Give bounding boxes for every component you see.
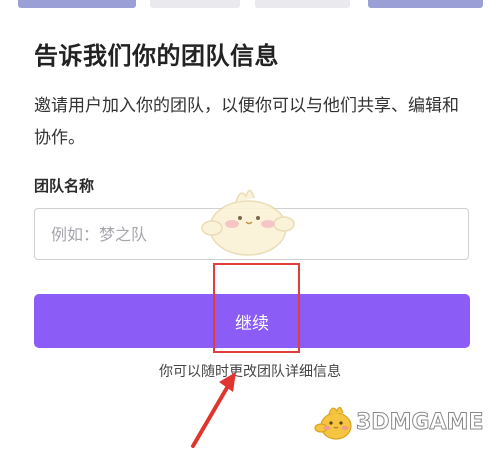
page-title: 告诉我们你的团队信息: [34, 42, 279, 70]
watermark-text: 3DMGAME: [355, 410, 484, 436]
team-details-note: 你可以随时更改团队详细信息: [159, 364, 341, 380]
page-description: 邀请用户加入你的团队，以便你可以与他们共享、编辑和协作。: [34, 96, 459, 148]
top-tab-2[interactable]: [150, 0, 240, 8]
top-tab-strip: [0, 0, 500, 10]
watermark-logo: 3DMGAME: [312, 398, 497, 446]
top-tab-3[interactable]: [255, 0, 350, 8]
team-name-label: 团队名称: [34, 177, 95, 195]
continue-button[interactable]: 继续: [34, 294, 470, 348]
team-name-input[interactable]: [34, 208, 469, 260]
chick-logo-icon: [314, 406, 352, 440]
top-tab-1[interactable]: [18, 0, 136, 8]
top-tab-4[interactable]: [368, 0, 483, 8]
